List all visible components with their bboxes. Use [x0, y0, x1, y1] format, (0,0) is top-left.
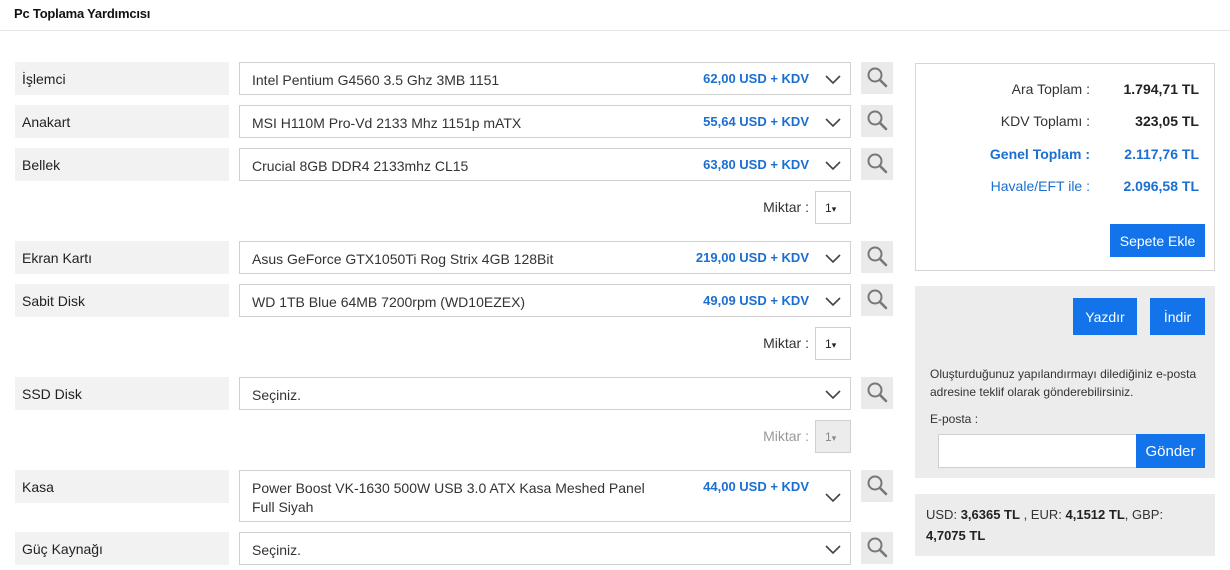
chevron-down-icon: ▾ — [831, 433, 837, 443]
subtotal-line: Ara Toplam : 1.794,71 TL — [916, 81, 1216, 101]
gbp-value: 4,7075 TL — [926, 528, 986, 543]
vat-label: KDV Toplamı : — [1000, 113, 1090, 129]
motherboard-select[interactable]: MSI H110M Pro-Vd 2133 Mhz 1151p mATX 55,… — [239, 105, 851, 138]
chevron-down-icon — [824, 70, 842, 88]
gpu-select[interactable]: Asus GeForce GTX1050Ti Rog Strix 4GB 128… — [239, 241, 851, 274]
hdd-select[interactable]: WD 1TB Blue 64MB 7200rpm (WD10EZEX) 49,0… — [239, 284, 851, 317]
vat-line: KDV Toplamı : 323,05 TL — [916, 113, 1216, 133]
eur-value: 4,1512 TL — [1065, 507, 1125, 522]
select-price: 63,80 USD + KDV — [703, 157, 809, 172]
grand-total-label: Genel Toplam : — [989, 146, 1090, 162]
search-icon — [866, 109, 888, 134]
search-button[interactable] — [861, 241, 893, 273]
chevron-down-icon — [824, 385, 842, 403]
search-icon — [866, 536, 888, 561]
chevron-down-icon: ▾ — [831, 204, 837, 214]
select-value: MSI H110M Pro-Vd 2133 Mhz 1151p mATX — [252, 115, 522, 131]
ssd-select[interactable]: Seçiniz. — [239, 377, 851, 410]
cpu-select[interactable]: Intel Pentium G4560 3.5 Ghz 3MB 1151 62,… — [239, 62, 851, 95]
transfer-total-value: 2.096,58 TL — [1123, 178, 1200, 194]
chevron-down-icon — [824, 113, 842, 131]
row-label: Güç Kaynağı — [15, 532, 229, 565]
row-label: Kasa — [15, 470, 229, 503]
usd-value: 3,6365 TL — [960, 507, 1020, 522]
add-to-cart-button[interactable]: Sepete Ekle — [1110, 224, 1205, 257]
select-price: 62,00 USD + KDV — [703, 71, 809, 86]
subtotal-value: 1.794,71 TL — [1123, 81, 1200, 97]
search-button[interactable] — [861, 148, 893, 180]
select-value: Crucial 8GB DDR4 2133mhz CL15 — [252, 158, 469, 174]
transfer-total-label: Havale/EFT ile : — [990, 178, 1090, 194]
select-value: Asus GeForce GTX1050Ti Rog Strix 4GB 128… — [252, 251, 554, 267]
row-label: SSD Disk — [15, 377, 229, 410]
row-label: Sabit Disk — [15, 284, 229, 317]
usd-label: USD: — [926, 507, 958, 522]
grand-total-value: 2.117,76 TL — [1124, 146, 1199, 162]
chevron-down-icon — [824, 249, 842, 267]
search-button[interactable] — [861, 284, 893, 316]
quantity-value: 1 — [825, 430, 832, 444]
print-button[interactable]: Yazdır — [1073, 298, 1137, 335]
row-label: İşlemci — [15, 62, 229, 95]
share-description: Oluşturduğunuz yapılandırmayı dilediğini… — [930, 367, 1197, 399]
search-button[interactable] — [861, 105, 893, 137]
search-icon — [866, 245, 888, 270]
chevron-down-icon — [824, 540, 842, 558]
quantity-label: Miktar : — [763, 428, 809, 444]
search-button[interactable] — [861, 532, 893, 564]
vat-value: 323,05 TL — [1135, 113, 1199, 129]
chevron-down-icon — [824, 292, 842, 310]
chevron-down-icon: ▾ — [831, 340, 837, 350]
eur-label: , EUR: — [1023, 507, 1062, 522]
memory-select[interactable]: Crucial 8GB DDR4 2133mhz CL15 63,80 USD … — [239, 148, 851, 181]
select-value: Intel Pentium G4560 3.5 Ghz 3MB 1151 — [252, 72, 500, 88]
price-summary: Ara Toplam : 1.794,71 TL KDV Toplamı : 3… — [915, 63, 1215, 271]
chevron-down-icon — [824, 488, 842, 506]
select-price: 49,09 USD + KDV — [703, 293, 809, 308]
search-button[interactable] — [861, 470, 893, 502]
gbp-label: , GBP: — [1124, 507, 1164, 522]
row-label: Ekran Kartı — [15, 241, 229, 274]
page-title: Pc Toplama Yardımcısı — [14, 6, 151, 21]
ssd-quantity-select: 1▾ — [815, 420, 851, 453]
search-button[interactable] — [861, 62, 893, 94]
email-label: E-posta : — [930, 412, 979, 426]
select-value: Power Boost VK-1630 500W USB 3.0 ATX Kas… — [252, 480, 645, 515]
share-panel: Yazdır İndir Oluşturduğunuz yapılandırma… — [915, 286, 1215, 478]
download-button[interactable]: İndir — [1150, 298, 1205, 335]
row-label: Anakart — [15, 105, 229, 138]
quantity-label: Miktar : — [763, 335, 809, 351]
search-button[interactable] — [861, 377, 893, 409]
search-icon — [866, 66, 888, 91]
psu-select[interactable]: Seçiniz. — [239, 532, 851, 565]
hdd-quantity-select[interactable]: 1▾ — [815, 327, 851, 360]
case-select[interactable]: Power Boost VK-1630 500W USB 3.0 ATX Kas… — [239, 470, 851, 522]
page-header: Pc Toplama Yardımcısı — [0, 0, 1230, 31]
memory-quantity-select[interactable]: 1▾ — [815, 191, 851, 224]
search-icon — [866, 381, 888, 406]
transfer-total-line: Havale/EFT ile : 2.096,58 TL — [916, 178, 1216, 198]
grand-total-line: Genel Toplam : 2.117,76 TL — [916, 146, 1216, 166]
select-price: 44,00 USD + KDV — [703, 479, 809, 494]
select-value: WD 1TB Blue 64MB 7200rpm (WD10EZEX) — [252, 294, 526, 310]
select-price: 55,64 USD + KDV — [703, 114, 809, 129]
row-label: Bellek — [15, 148, 229, 181]
select-value: Seçiniz. — [252, 542, 302, 558]
subtotal-label: Ara Toplam : — [1011, 81, 1090, 97]
send-button[interactable]: Gönder — [1136, 434, 1205, 468]
chevron-down-icon — [824, 156, 842, 174]
search-icon — [866, 474, 888, 499]
quantity-value: 1 — [825, 201, 832, 215]
select-value: Seçiniz. — [252, 387, 302, 403]
select-price: 219,00 USD + KDV — [695, 250, 809, 265]
search-icon — [866, 288, 888, 313]
search-icon — [866, 152, 888, 177]
quantity-value: 1 — [825, 337, 832, 351]
exchange-rates: USD: 3,6365 TL , EUR: 4,1512 TL, GBP: 4,… — [915, 494, 1215, 556]
email-input[interactable] — [938, 434, 1147, 468]
quantity-label: Miktar : — [763, 199, 809, 215]
